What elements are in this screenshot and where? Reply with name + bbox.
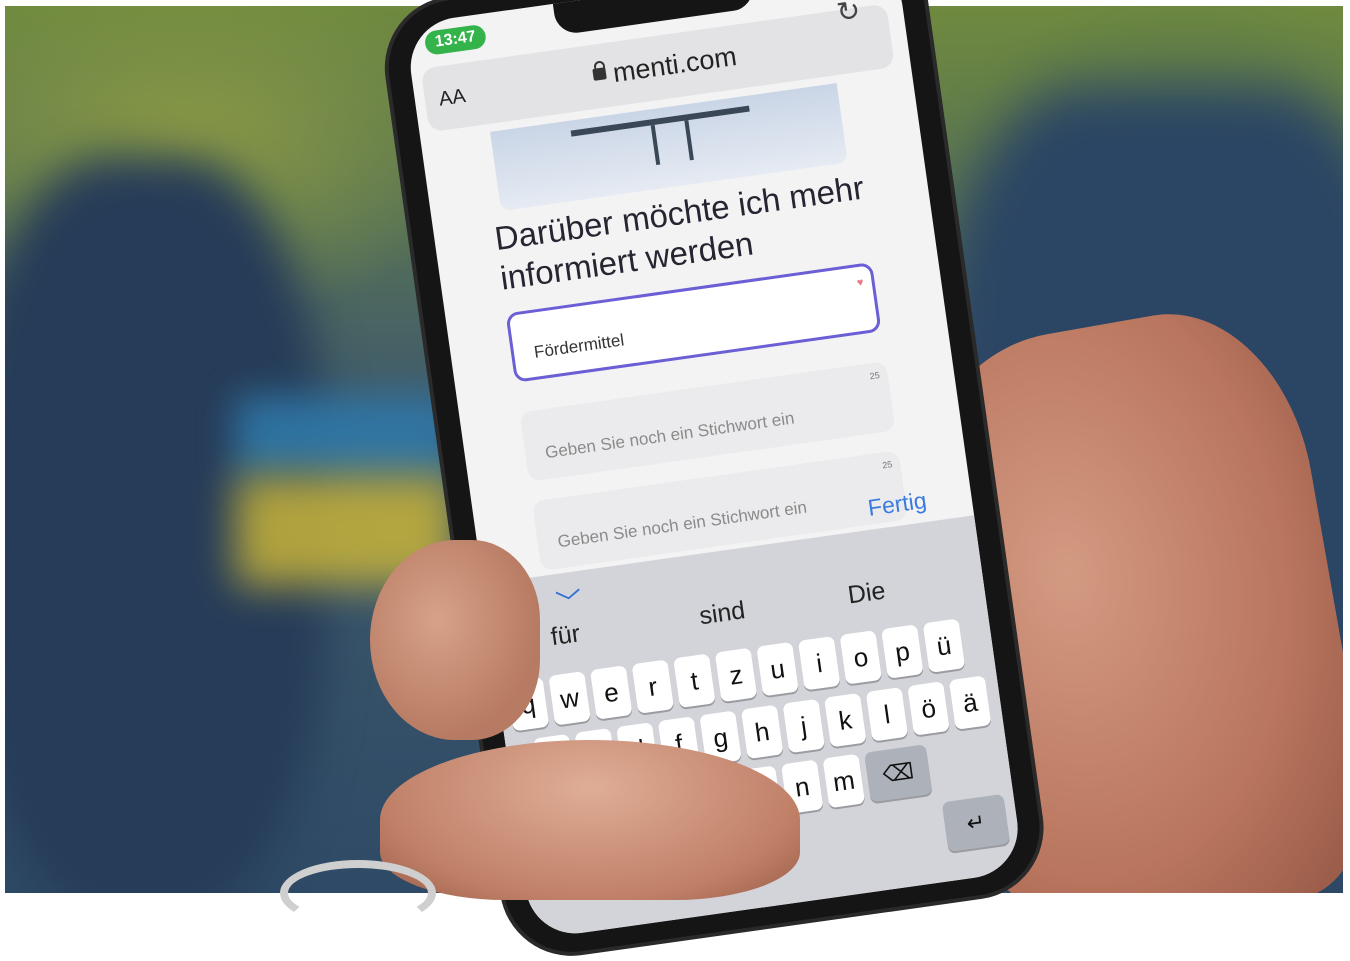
key[interactable]: ö [907,681,950,736]
tower-icon [570,105,756,177]
key[interactable]: o [839,630,883,685]
thumb [380,740,800,900]
suggestion-3[interactable]: Die [846,576,887,610]
key[interactable]: e [589,665,633,720]
text-size-button[interactable]: AA [438,85,468,111]
key[interactable]: u [756,641,799,697]
status-time-pill: 13:47 [423,23,488,56]
heart-icon: ♥ [856,276,865,290]
key[interactable]: r [631,659,675,714]
suggestion-2[interactable]: sind [698,596,747,631]
chevron-down-icon[interactable]: ﹀ [554,581,585,621]
key[interactable]: k [824,692,867,748]
reload-icon[interactable]: ↻ [835,0,863,29]
suggestion-1[interactable]: für [549,619,582,652]
left-finger [370,540,540,740]
lock-icon [592,67,607,81]
key[interactable]: j [782,698,826,754]
key[interactable]: l [865,687,909,742]
key[interactable]: m [822,753,866,809]
backspace-key[interactable]: ⌫ [864,744,933,803]
keyword-input-1-value: Fördermittel [532,330,626,362]
key[interactable]: w [548,671,591,726]
key[interactable]: z [714,647,758,703]
backspace-icon: ⌫ [881,758,916,788]
keyword-input-2-placeholder: Geben Sie noch ein Stichwort ein [543,408,796,463]
char-counter: 25 [869,370,881,382]
background-blue-band [235,396,455,476]
url-text[interactable]: menti.com [611,41,739,89]
key[interactable]: ä [948,675,992,730]
key[interactable]: p [881,624,924,679]
ring [280,860,436,926]
char-counter: 25 [881,459,893,471]
key[interactable]: h [740,704,784,760]
return-icon: ↵ [965,808,987,837]
key[interactable]: i [797,635,841,691]
key[interactable]: ü [922,618,966,673]
key[interactable]: t [673,653,716,709]
return-key[interactable]: ↵ [941,793,1011,853]
